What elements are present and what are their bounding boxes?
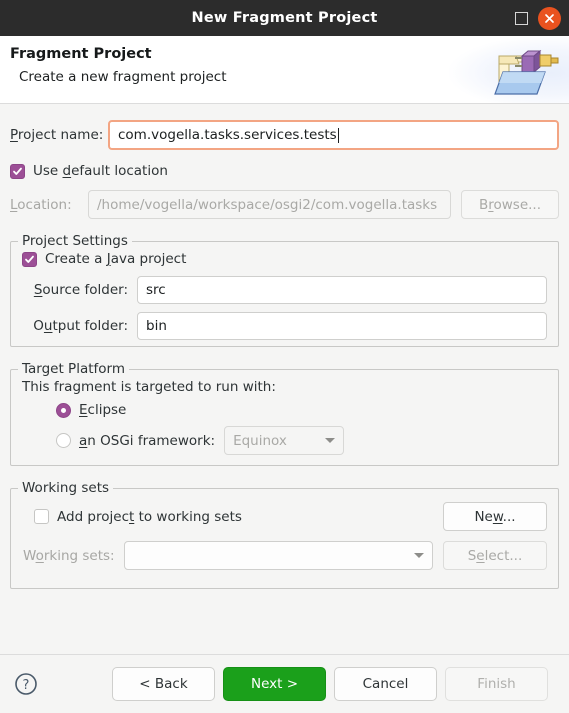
output-folder-row: Output folder: bin (22, 312, 547, 340)
location-row: Location: /home/vogella/workspace/osgi2/… (10, 190, 559, 219)
help-icon[interactable]: ? (14, 672, 38, 696)
output-folder-input[interactable]: bin (137, 312, 547, 340)
radio-osgi-label: an OSGi framework: (79, 432, 216, 449)
working-sets-label: Working sets: (23, 547, 115, 564)
output-folder-label: Output folder: (33, 318, 128, 334)
finish-button: Finish (445, 667, 548, 701)
add-to-working-sets-row: Add project to working sets New... (22, 502, 547, 531)
radio-eclipse[interactable] (56, 402, 71, 418)
use-default-location-checkbox[interactable] (10, 163, 25, 179)
cancel-button[interactable]: Cancel (334, 667, 437, 701)
radio-osgi-row[interactable]: an OSGi framework: Equinox (56, 426, 558, 455)
location-value: /home/vogella/workspace/osgi2/com.vogell… (97, 196, 438, 213)
dialog-body: Project name: com.vogella.tasks.services… (0, 104, 569, 654)
working-sets-title: Working sets (18, 480, 114, 496)
title-bar: New Fragment Project (0, 0, 569, 36)
new-working-set-button[interactable]: New... (443, 502, 547, 531)
create-java-project-row[interactable]: Create a Java project (22, 251, 558, 267)
radio-osgi-framework[interactable] (56, 433, 71, 448)
dialog-footer: ? < Back Next > Cancel Finish (0, 654, 569, 713)
new-fragment-project-dialog: New Fragment Project Fragment Project Cr… (0, 0, 569, 713)
project-settings-group: Project Settings Create a Java project S… (10, 233, 559, 347)
project-name-row: Project name: com.vogella.tasks.services… (10, 120, 559, 150)
project-name-value: com.vogella.tasks.services.tests (118, 127, 337, 143)
new-working-set-label: New... (474, 508, 516, 525)
radio-dot (61, 407, 66, 413)
chevron-down-icon (325, 438, 336, 443)
browse-button-label: Browse... (478, 196, 542, 213)
create-java-project-label: Create a Java project (45, 251, 187, 267)
source-folder-row: Source folder: src (22, 276, 547, 304)
add-to-working-sets-label: Add project to working sets (57, 508, 242, 525)
output-folder-value: bin (146, 318, 167, 334)
location-label: Location: (10, 196, 72, 213)
working-sets-row: Working sets: Select... (22, 541, 547, 570)
select-working-set-button: Select... (443, 541, 547, 570)
osgi-framework-combo: Equinox (224, 426, 345, 455)
dialog-header: Fragment Project Create a new fragment p… (0, 36, 569, 104)
radio-eclipse-row[interactable]: Eclipse (56, 402, 558, 418)
target-platform-group: Target Platform This fragment is targete… (10, 361, 559, 466)
use-default-location-label: Use default location (33, 163, 168, 179)
source-folder-input[interactable]: src (137, 276, 547, 304)
chevron-down-icon (414, 553, 424, 558)
target-platform-title: Target Platform (18, 361, 129, 377)
browse-button: Browse... (461, 190, 559, 219)
project-name-input[interactable]: com.vogella.tasks.services.tests (108, 120, 559, 150)
page-title: Fragment Project (10, 46, 152, 62)
working-sets-combo[interactable] (123, 541, 433, 570)
next-button[interactable]: Next > (223, 667, 326, 701)
maximize-icon[interactable] (515, 11, 528, 25)
location-input: /home/vogella/workspace/osgi2/com.vogell… (88, 190, 451, 219)
window-controls (515, 0, 561, 36)
text-caret (337, 127, 339, 143)
page-subtitle: Create a new fragment project (19, 69, 227, 85)
project-name-label: Project name: (10, 127, 104, 143)
svg-text:?: ? (23, 678, 30, 693)
window-title: New Fragment Project (191, 10, 378, 26)
target-platform-description: This fragment is targeted to run with: (22, 379, 276, 395)
create-java-project-checkbox[interactable] (22, 251, 37, 267)
select-working-set-label: Select... (467, 547, 523, 564)
footer-buttons: < Back Next > Cancel Finish (112, 667, 548, 701)
source-folder-label: Source folder: (33, 282, 128, 298)
osgi-framework-value: Equinox (233, 432, 287, 449)
add-to-working-sets-checkbox[interactable] (34, 509, 49, 524)
use-default-location-row[interactable]: Use default location (10, 163, 559, 179)
project-settings-title: Project Settings (18, 233, 132, 249)
folder-plugin-icon (489, 42, 561, 100)
radio-eclipse-label: Eclipse (79, 402, 127, 418)
working-sets-group: Working sets Add project to working sets… (10, 480, 559, 589)
close-icon[interactable] (538, 6, 561, 30)
source-folder-value: src (146, 282, 166, 298)
back-button[interactable]: < Back (112, 667, 215, 701)
